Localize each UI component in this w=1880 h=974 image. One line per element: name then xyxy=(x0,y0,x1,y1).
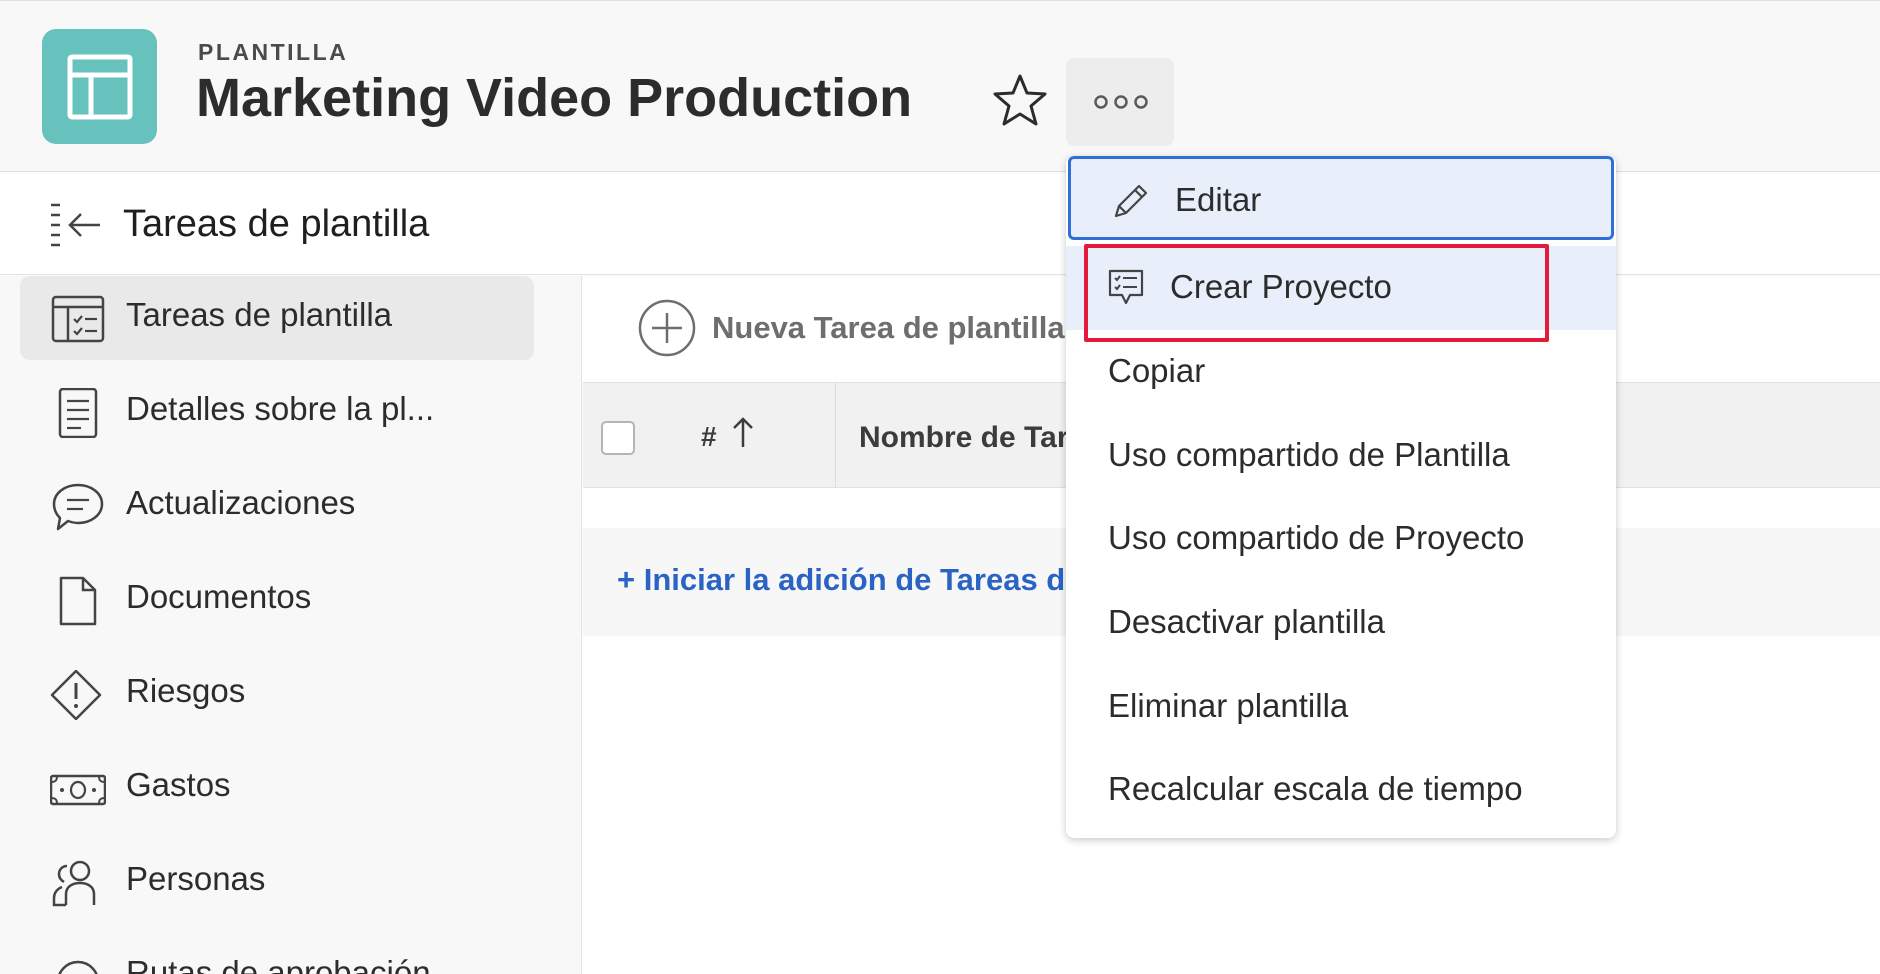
sidebar-item-template-tasks[interactable]: Tareas de plantilla xyxy=(20,276,534,360)
risk-diamond-icon xyxy=(50,670,102,720)
sidebar-item-label: Rutas de aprobación xyxy=(126,954,431,974)
money-icon xyxy=(50,774,106,806)
column-divider xyxy=(835,383,836,487)
more-actions-button[interactable] xyxy=(1066,58,1174,146)
sidebar-item-label: Detalles sobre la pl... xyxy=(126,390,435,427)
collapse-panel-icon[interactable] xyxy=(48,201,104,251)
page-title: Marketing Video Production xyxy=(196,68,913,128)
highlight-annotation xyxy=(1084,244,1549,342)
sidebar-item-label: Documentos xyxy=(126,578,312,615)
sidebar-item-risks[interactable]: Riesgos xyxy=(20,652,534,736)
more-horizontal-icon xyxy=(1094,95,1148,109)
menu-item-copy[interactable]: Copiar xyxy=(1066,330,1616,414)
app-root: PLANTILLA Marketing Video Production Tar… xyxy=(0,0,1880,974)
favorite-button[interactable] xyxy=(990,71,1050,131)
sort-ascending-icon[interactable] xyxy=(731,415,755,451)
menu-item-label: Uso compartido de Plantilla xyxy=(1108,436,1510,473)
pencil-icon xyxy=(1114,184,1148,218)
sidebar-item-label: Riesgos xyxy=(126,672,246,709)
sidebar-item-label: Actualizaciones xyxy=(126,484,356,521)
select-all-checkbox[interactable] xyxy=(601,421,635,455)
section-title: Tareas de plantilla xyxy=(123,203,430,245)
task-list-icon xyxy=(51,295,105,343)
sidebar-item-documents[interactable]: Documentos xyxy=(20,558,534,642)
layout-template-icon xyxy=(42,29,157,144)
menu-item-label: Uso compartido de Proyecto xyxy=(1108,519,1525,556)
sidebar-item-approvals[interactable]: Rutas de aprobación xyxy=(20,934,534,974)
sidebar-item-label: Gastos xyxy=(126,766,231,803)
approval-icon xyxy=(58,960,98,974)
menu-item-label: Recalcular escala de tiempo xyxy=(1108,770,1523,807)
sidebar-item-label: Tareas de plantilla xyxy=(126,296,392,333)
chat-bubble-icon xyxy=(52,483,104,531)
menu-item-label: Desactivar plantilla xyxy=(1108,603,1385,640)
sidebar-item-expenses[interactable]: Gastos xyxy=(20,746,534,830)
menu-item-share-template[interactable]: Uso compartido de Plantilla xyxy=(1066,414,1616,498)
column-header-number[interactable]: # xyxy=(701,421,717,453)
sidebar-item-people[interactable]: Personas xyxy=(20,840,534,924)
menu-item-label: Editar xyxy=(1175,181,1262,218)
sidebar-item-label: Personas xyxy=(126,860,266,897)
menu-item-label: Copiar xyxy=(1108,352,1206,389)
add-circle-icon xyxy=(638,299,696,357)
menu-item-delete-template[interactable]: Eliminar plantilla xyxy=(1066,665,1616,749)
menu-item-label: Eliminar plantilla xyxy=(1108,687,1349,724)
sidebar-item-updates[interactable]: Actualizaciones xyxy=(20,464,534,548)
page-header: PLANTILLA Marketing Video Production xyxy=(0,0,1880,172)
menu-item-edit[interactable]: Editar xyxy=(1068,156,1614,240)
menu-item-deactivate-template[interactable]: Desactivar plantilla xyxy=(1066,581,1616,665)
menu-item-recalculate-timeline[interactable]: Recalcular escala de tiempo xyxy=(1066,748,1616,832)
new-template-task-label: Nueva Tarea de plantilla xyxy=(712,310,1065,345)
sidebar-item-details[interactable]: Detalles sobre la pl... xyxy=(20,370,534,454)
sidebar: Tareas de plantilla Detalles sobre la pl… xyxy=(0,276,582,974)
star-icon xyxy=(993,74,1047,126)
page-eyebrow: PLANTILLA xyxy=(198,39,349,65)
menu-item-share-project[interactable]: Uso compartido de Proyecto xyxy=(1066,497,1616,581)
document-lines-icon xyxy=(58,388,98,438)
people-icon xyxy=(52,860,96,907)
file-icon xyxy=(59,576,97,626)
